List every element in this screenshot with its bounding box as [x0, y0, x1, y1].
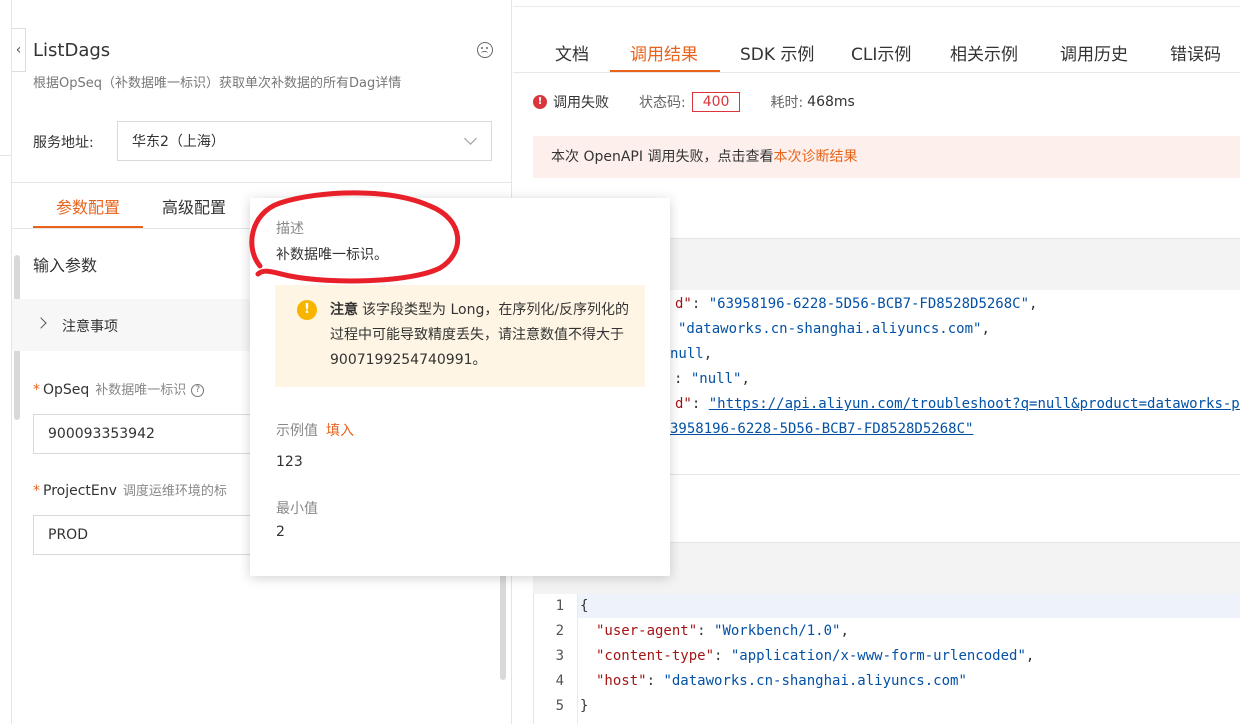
help-icon[interactable]: ? — [191, 383, 205, 397]
chevron-left-icon: ‹ — [15, 42, 22, 58]
tab-related-examples[interactable]: 相关示例 — [950, 40, 1018, 65]
collapse-button[interactable]: ‹ — [12, 28, 26, 72]
time-value: 468ms — [807, 94, 855, 110]
warning-icon: ! — [297, 300, 317, 320]
fail-banner-text: 本次 OpenAPI 调用失败，点击查看 — [551, 149, 774, 165]
diagnosis-link[interactable]: 本次诊断结果 — [773, 149, 857, 165]
status-code-badge: 400 — [691, 92, 741, 112]
outer-left-strip — [0, 0, 12, 724]
tab-cli-example[interactable]: CLI示例 — [851, 40, 911, 65]
warning-box: ! 注意 该字段类型为 Long，在序列化/反序列化的过程中可能导致精度丢失，请注… — [275, 285, 645, 387]
opseq-label: * OpSeq 补数据唯一标识? — [33, 379, 205, 398]
tab-params-config[interactable]: 参数配置 — [33, 188, 143, 228]
tab-docs[interactable]: 文档 — [555, 40, 589, 65]
endpoint-select[interactable]: 华东2（上海） — [117, 121, 492, 161]
warning-text: 注意 该字段类型为 Long，在序列化/反序列化的过程中可能导致精度丢失，请注意数… — [330, 302, 630, 368]
status-code-label: 状态码: — [639, 95, 686, 111]
tab-advanced-config[interactable]: 高级配置 — [162, 188, 226, 228]
headers-code-editor[interactable]: 1 2 3 4 5 { "user-agent": "Workbench/1.0… — [533, 594, 1240, 724]
status-row: ! 调用失败 状态码: 400 耗时: 468ms — [533, 92, 855, 112]
field-description-popover: 描述 补数据唯一标识。 ! 注意 该字段类型为 Long，在序列化/反序列化的过程… — [250, 198, 670, 576]
example-value: 123 — [276, 454, 303, 470]
tab-sdk-example[interactable]: SDK 示例 — [740, 40, 814, 65]
result-tabs: 文档 调用结果 SDK 示例 CLI示例 相关示例 调用历史 错误码 — [513, 30, 1240, 73]
min-label: 最小值 — [276, 501, 318, 517]
input-params-title: 输入参数 — [33, 256, 98, 275]
opseq-value: 900093353942 — [48, 426, 155, 442]
opseq-desc: 补数据唯一标识 — [95, 383, 187, 398]
projectenv-value: PROD — [48, 527, 88, 543]
chevron-down-icon — [464, 132, 477, 145]
projectenv-name: ProjectEnv — [43, 483, 117, 499]
tab-call-result[interactable]: 调用结果 — [630, 40, 698, 65]
api-description: 根据OpSeq（补数据唯一标识）获取单次补数据的所有Dag详情 — [33, 76, 402, 91]
min-value: 2 — [276, 524, 285, 540]
api-title: ListDags — [33, 40, 111, 61]
troubleshoot-link[interactable]: "https://api.aliyun.com/troubleshoot?q=n… — [709, 396, 1240, 412]
endpoint-label: 服务地址: — [33, 135, 94, 151]
projectenv-desc: 调度运维环境的标 — [122, 484, 227, 499]
tab-error-codes[interactable]: 错误码 — [1170, 40, 1221, 65]
desc-value: 补数据唯一标识。 — [276, 247, 388, 263]
fill-link[interactable]: 填入 — [326, 423, 354, 439]
feedback-face-icon[interactable] — [477, 42, 493, 58]
fail-banner: 本次 OpenAPI 调用失败，点击查看本次诊断结果 — [533, 136, 1240, 178]
endpoint-value: 华东2（上海） — [132, 134, 225, 150]
error-icon: ! — [533, 95, 547, 109]
desc-label: 描述 — [276, 221, 304, 237]
time-label: 耗时: — [770, 95, 804, 111]
projectenv-label: * ProjectEnv 调度运维环境的标 — [33, 483, 227, 499]
result-status: 调用失败 — [553, 95, 609, 111]
notice-label: 注意事项 — [62, 319, 118, 335]
chevron-right-icon — [35, 317, 47, 329]
example-label: 示例值 填入 — [276, 423, 354, 439]
app-root: ‹ ListDags 根据OpSeq（补数据唯一标识）获取单次补数据的所有Dag… — [0, 0, 1240, 724]
opseq-name: OpSeq — [43, 382, 90, 398]
tab-call-history[interactable]: 调用历史 — [1060, 40, 1128, 65]
